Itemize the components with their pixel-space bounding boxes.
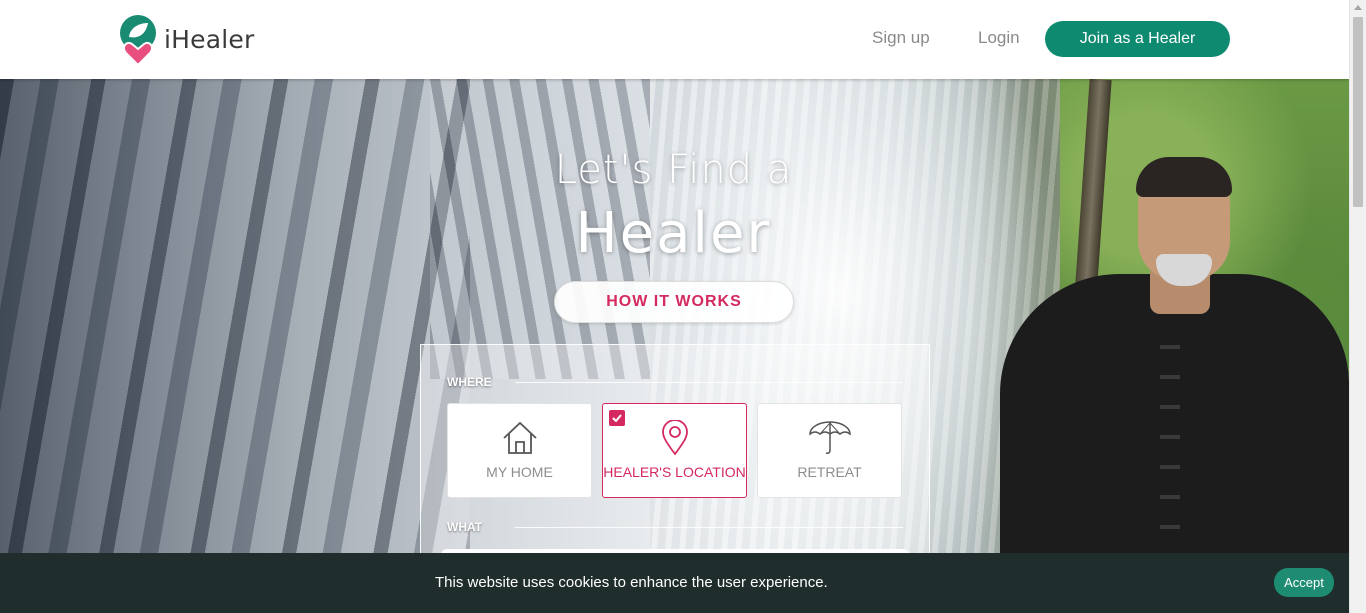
- what-label: WHAT: [447, 520, 483, 534]
- what-divider: [515, 527, 903, 528]
- option-retreat-label: RETREAT: [797, 464, 862, 480]
- cookie-message: This website uses cookies to enhance the…: [435, 574, 828, 591]
- option-retreat[interactable]: RETREAT: [757, 403, 902, 498]
- hero-title-line2: Healer: [0, 201, 1349, 266]
- join-as-healer-button[interactable]: Join as a Healer: [1045, 21, 1230, 57]
- option-healers-location-label: HEALER'S LOCATION: [603, 464, 746, 480]
- hero-section: Let's Find a Healer HOW IT WORKS WHERE M…: [0, 79, 1349, 613]
- hero-title-line1-text: Let's Find a: [554, 147, 793, 193]
- logo[interactable]: iHealer: [118, 13, 254, 65]
- accept-cookies-button[interactable]: Accept: [1274, 568, 1334, 597]
- scroll-up-arrow-icon[interactable]: [1354, 5, 1362, 10]
- option-my-home-label: MY HOME: [486, 464, 553, 480]
- login-link[interactable]: Login: [978, 28, 1020, 48]
- checkmark-icon: [612, 414, 622, 422]
- hero-title-line1: Let's Find a: [0, 147, 1349, 193]
- umbrella-icon: [808, 421, 851, 454]
- ihealer-logo-icon: [120, 15, 156, 65]
- house-icon: [502, 421, 537, 454]
- selected-checkbox[interactable]: [609, 410, 625, 426]
- healer-figure-buttons: [1160, 319, 1180, 579]
- cookie-banner: This website uses cookies to enhance the…: [0, 553, 1349, 613]
- site-header: iHealer Sign up Login Join as a Healer: [0, 0, 1349, 79]
- page-scrollbar[interactable]: [1349, 0, 1366, 613]
- logo-text: iHealer: [164, 24, 255, 54]
- hero-title-line2-text: Healer: [575, 201, 772, 266]
- how-it-works-button[interactable]: HOW IT WORKS: [554, 281, 794, 323]
- signup-link[interactable]: Sign up: [872, 28, 930, 48]
- scrollbar-thumb[interactable]: [1353, 17, 1363, 207]
- where-label: WHERE: [447, 375, 492, 389]
- map-pin-icon: [661, 420, 688, 456]
- option-healers-location[interactable]: HEALER'S LOCATION: [602, 403, 747, 498]
- where-divider: [515, 382, 903, 383]
- option-my-home[interactable]: MY HOME: [447, 403, 592, 498]
